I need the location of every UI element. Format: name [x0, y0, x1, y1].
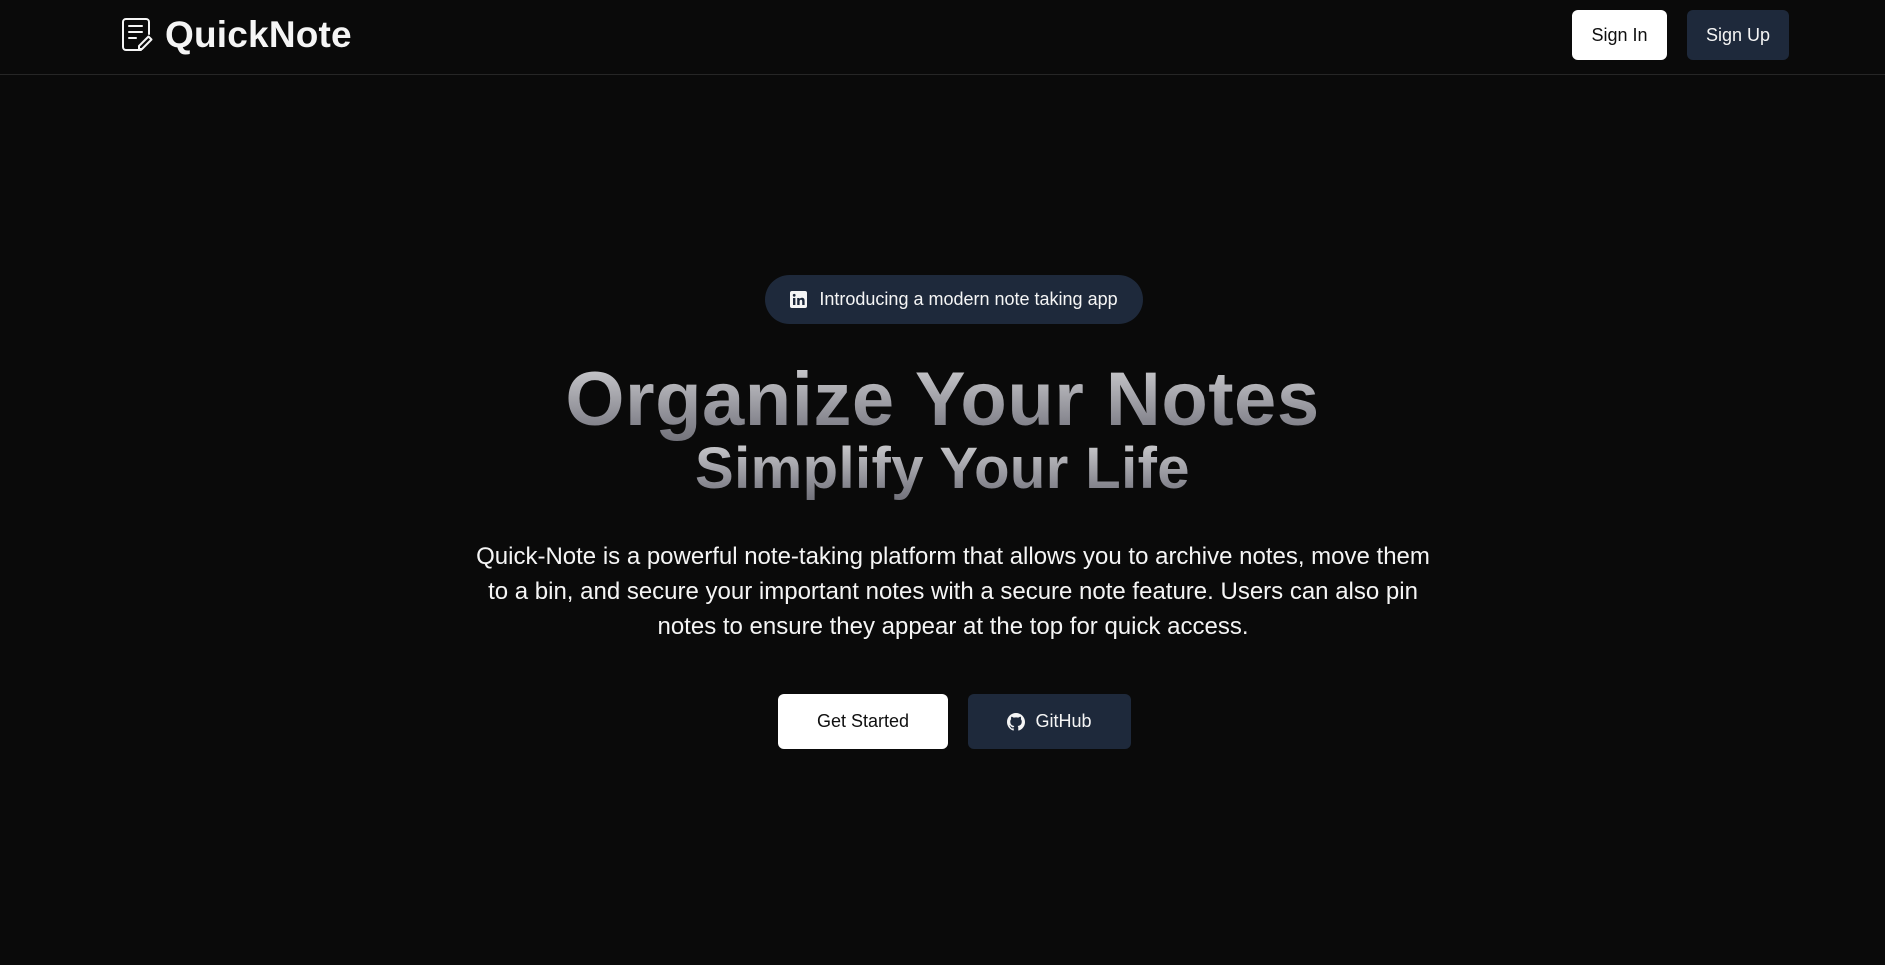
top-navbar: QuickNote Sign In Sign Up	[0, 0, 1885, 75]
announcement-badge[interactable]: Introducing a modern note taking app	[765, 275, 1143, 324]
cta-buttons: Get Started GitHub	[778, 694, 1131, 749]
github-button[interactable]: GitHub	[968, 694, 1131, 749]
get-started-button[interactable]: Get Started	[778, 694, 948, 749]
hero-title: Organize Your Notes	[0, 355, 1885, 445]
github-button-label: GitHub	[1035, 711, 1092, 731]
brand-name: QuickNote	[165, 14, 352, 55]
note-edit-icon	[122, 18, 153, 51]
sign-up-button[interactable]: Sign Up	[1687, 10, 1789, 60]
hero-subtitle: Simplify Your Life	[0, 436, 1885, 502]
badge-text: Introducing a modern note taking app	[819, 289, 1118, 309]
auth-actions: Sign In Sign Up	[1572, 10, 1789, 60]
hero-description: Quick-Note is a powerful note-taking pla…	[476, 543, 1430, 640]
brand-logo[interactable]: QuickNote	[121, 14, 352, 56]
github-icon	[1007, 712, 1026, 731]
linkedin-icon	[790, 291, 808, 308]
sign-in-button[interactable]: Sign In	[1572, 10, 1667, 60]
